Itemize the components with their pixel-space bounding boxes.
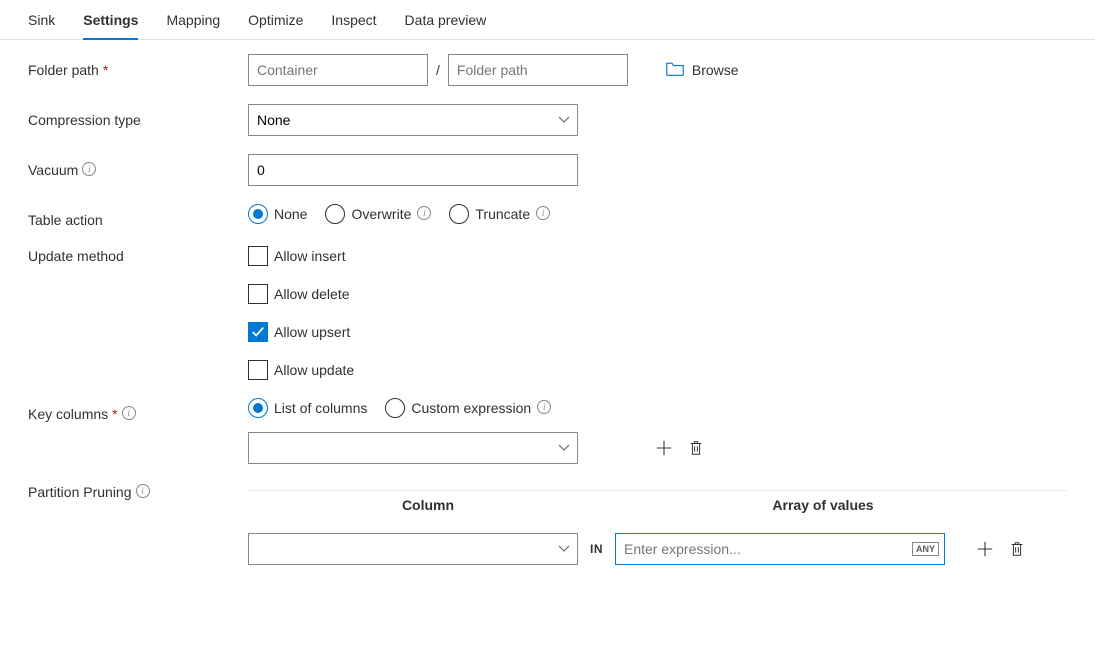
in-operator-label: IN [590,542,603,556]
info-icon[interactable]: i [82,162,96,176]
tab-optimize[interactable]: Optimize [248,8,303,40]
compression-type-label: Compression type [28,104,248,128]
info-icon[interactable]: i [417,206,431,220]
vacuum-input[interactable] [248,154,578,186]
add-key-column-button[interactable] [654,438,674,458]
tab-mapping[interactable]: Mapping [166,8,220,40]
folder-icon [666,61,684,79]
info-icon[interactable]: i [136,484,150,498]
add-partition-button[interactable] [975,539,995,559]
folder-path-label: Folder path* [28,54,248,78]
allow-delete-checkbox[interactable]: Allow delete [248,284,1067,304]
browse-button[interactable]: Browse [666,61,739,79]
table-action-none-radio[interactable]: None [248,204,307,224]
tab-data-preview[interactable]: Data preview [405,8,487,40]
info-icon[interactable]: i [122,406,136,420]
browse-label: Browse [692,62,739,78]
container-input[interactable] [248,54,428,86]
table-action-truncate-radio[interactable]: Truncate i [449,204,550,224]
allow-insert-checkbox[interactable]: Allow insert [248,246,1067,266]
allow-upsert-checkbox[interactable]: Allow upsert [248,322,1067,342]
folder-path-input[interactable] [448,54,628,86]
key-column-select[interactable] [248,432,578,464]
partition-pruning-label: Partition Pruning i [28,482,248,500]
tab-settings[interactable]: Settings [83,8,138,40]
key-columns-label: Key columns* i [28,398,248,422]
key-columns-custom-radio[interactable]: Custom expression i [385,398,551,418]
info-icon[interactable]: i [537,400,551,414]
table-action-label: Table action [28,204,248,228]
partition-expression-input-wrap: ANY [615,533,945,565]
update-method-label: Update method [28,246,248,264]
vacuum-label: Vacuum i [28,154,248,178]
info-icon[interactable]: i [536,206,550,220]
compression-type-select[interactable] [248,104,578,136]
tab-inspect[interactable]: Inspect [331,8,376,40]
any-type-badge: ANY [912,542,939,556]
partition-column-select[interactable] [248,533,578,565]
partition-array-header: Array of values [658,497,988,513]
delete-partition-button[interactable] [1007,539,1027,559]
allow-update-checkbox[interactable]: Allow update [248,360,1067,380]
partition-column-header: Column [248,497,608,513]
path-separator: / [436,62,440,78]
table-action-overwrite-radio[interactable]: Overwrite i [325,204,431,224]
tab-sink[interactable]: Sink [28,8,55,40]
partition-expression-input[interactable] [615,533,945,565]
key-columns-list-radio[interactable]: List of columns [248,398,367,418]
delete-key-column-button[interactable] [686,438,706,458]
tab-bar: Sink Settings Mapping Optimize Inspect D… [0,0,1095,40]
